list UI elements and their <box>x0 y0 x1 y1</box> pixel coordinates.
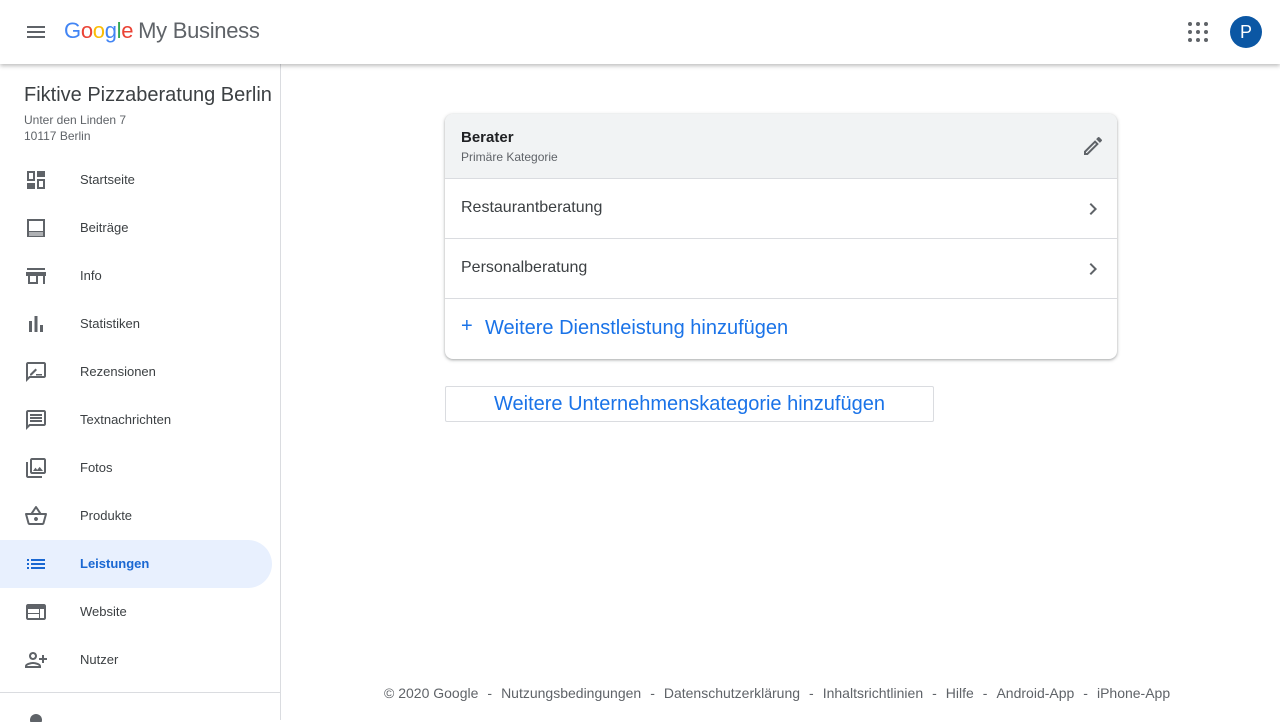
hamburger-menu-icon[interactable] <box>24 20 48 44</box>
person-add-icon <box>25 652 47 668</box>
primary-category-header: Berater Primäre Kategorie <box>445 114 1117 179</box>
footer-copyright: © 2020 Google <box>384 685 479 701</box>
product-name: My Business <box>138 18 260 43</box>
footer-link-terms[interactable]: Nutzungsbedingungen <box>501 685 641 701</box>
rate-review-icon <box>26 362 46 382</box>
plus-icon: + <box>461 315 473 337</box>
account-avatar[interactable]: P <box>1230 16 1262 48</box>
business-name: Fiktive Pizzaberatung Berlin <box>24 84 272 106</box>
sidebar-item-beitraege[interactable]: Beiträge <box>0 204 272 252</box>
primary-category-title: Berater <box>461 129 514 146</box>
add-business-category-button[interactable]: Weitere Unternehmenskategorie hinzufügen <box>445 386 934 422</box>
footer: © 2020 Google - Nutzungsbedingungen - Datens… <box>384 685 1171 701</box>
service-row[interactable]: Personalberatung <box>445 239 1117 299</box>
sidebar-item-startseite[interactable]: Startseite <box>0 156 272 204</box>
business-address: Unter den Linden 7 10117 Berlin <box>24 113 127 143</box>
list-icon <box>27 559 45 569</box>
sidebar: Fiktive Pizzaberatung Berlin Unter den L… <box>0 64 281 722</box>
sidebar-item-website[interactable]: Website <box>0 588 272 636</box>
chevron-right-icon <box>1089 203 1097 215</box>
web-icon <box>26 604 46 620</box>
sidebar-item-nutzer[interactable]: Nutzer <box>0 636 272 684</box>
footer-link-content-policy[interactable]: Inhaltsrichtlinien <box>823 685 923 701</box>
google-my-business-logo[interactable]: Google My Business <box>64 18 260 44</box>
chevron-right-icon <box>1089 263 1097 275</box>
footer-link-privacy[interactable]: Datenschutzerklärung <box>664 685 800 701</box>
apps-grid-icon[interactable] <box>1186 20 1210 44</box>
service-row[interactable]: Restaurantberatung <box>445 179 1117 239</box>
sidebar-item-info[interactable]: Info <box>0 252 272 300</box>
footer-link-help[interactable]: Hilfe <box>946 685 974 701</box>
sidebar-divider <box>0 692 280 693</box>
photo-library-icon <box>26 458 46 478</box>
sidebar-item-fotos[interactable]: Fotos <box>0 444 272 492</box>
footer-link-android-app[interactable]: Android-App <box>996 685 1074 701</box>
edit-pencil-icon[interactable] <box>1081 134 1105 158</box>
primary-category-subtitle: Primäre Kategorie <box>461 150 558 164</box>
top-app-bar: Google My Business P <box>0 0 1280 64</box>
sidebar-item-leistungen[interactable]: Leistungen <box>0 540 272 588</box>
partial-item-icon <box>30 714 42 722</box>
footer-link-iphone-app[interactable]: iPhone-App <box>1097 685 1170 701</box>
add-service-button[interactable]: + Weitere Dienstleistung hinzufügen <box>445 300 1117 359</box>
sidebar-item-statistiken[interactable]: Statistiken <box>0 300 272 348</box>
sidebar-item-rezensionen[interactable]: Rezensionen <box>0 348 272 396</box>
basket-icon <box>25 506 47 525</box>
sidebar-item-produkte[interactable]: Produkte <box>0 492 272 540</box>
message-icon <box>26 410 46 430</box>
category-card: Berater Primäre Kategorie Restaurantbera… <box>445 114 1117 359</box>
dashboard-icon <box>27 171 45 189</box>
sidebar-item-textnachrichten[interactable]: Textnachrichten <box>0 396 272 444</box>
posts-icon <box>27 219 45 237</box>
storefront-icon <box>26 268 46 284</box>
bar-chart-icon <box>29 316 43 332</box>
